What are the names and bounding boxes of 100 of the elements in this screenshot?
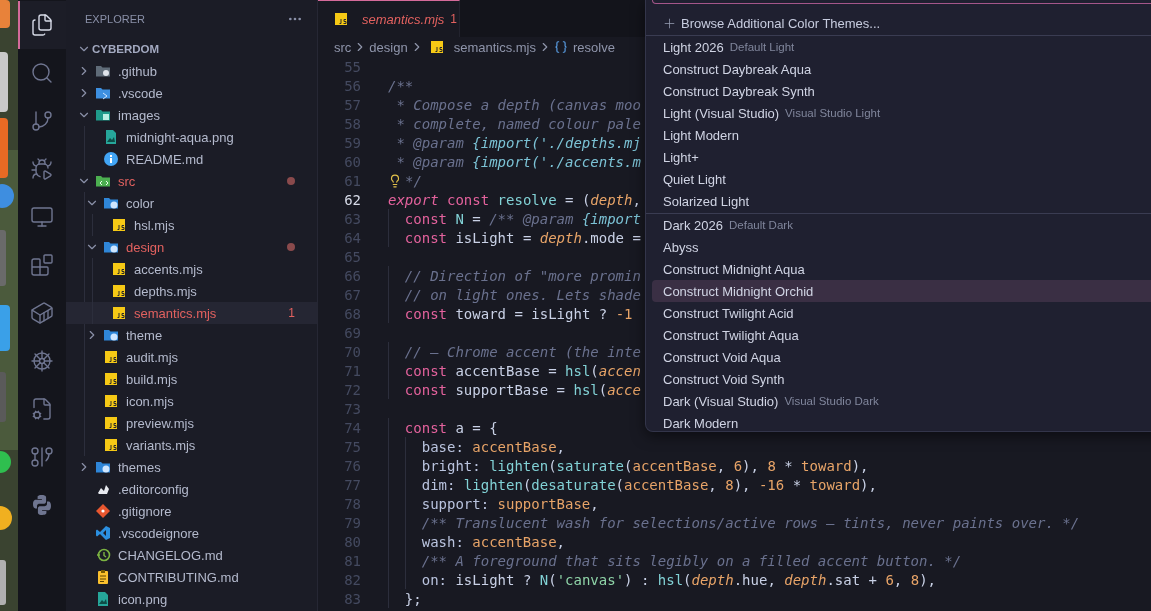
- tree-item[interactable]: .vscode: [66, 82, 317, 104]
- file-name: design: [126, 239, 166, 255]
- theme-option[interactable]: Construct Void Aqua: [652, 346, 1151, 368]
- folder-icon: [95, 107, 111, 123]
- tree-item[interactable]: CHANGELOG.md: [66, 544, 317, 566]
- lightbulb-icon[interactable]: [388, 173, 402, 188]
- theme-option[interactable]: Dark Modern: [652, 412, 1151, 434]
- symbol-icon: [554, 40, 568, 54]
- workspace-header[interactable]: CYBERDOM: [66, 38, 317, 60]
- tree-item[interactable]: accents.mjs: [66, 258, 317, 280]
- js-file-icon: [333, 11, 349, 27]
- line-number: 70: [343, 343, 361, 360]
- theme-name: Construct Midnight Aqua: [663, 261, 805, 277]
- file-name: .editorconfig: [118, 481, 190, 497]
- line-number: 76: [343, 457, 361, 474]
- js-file-icon: [111, 217, 127, 233]
- code-line: /** Translucent wash for selections/active rows — tints, never paints over. */: [420, 514, 1080, 531]
- folder-icon: [95, 459, 111, 475]
- tree-item[interactable]: preview.mjs: [66, 412, 317, 434]
- theme-option[interactable]: Construct Twilight Aqua: [652, 324, 1151, 346]
- tree-item[interactable]: color: [66, 192, 317, 214]
- theme-name: Construct Twilight Acid: [663, 305, 794, 321]
- file-name: preview.mjs: [126, 415, 195, 431]
- theme-option[interactable]: Construct Daybreak Synth: [652, 80, 1151, 102]
- file-name: themes: [118, 459, 162, 475]
- tree-item[interactable]: audit.mjs: [66, 346, 317, 368]
- tree-item[interactable]: variants.mjs: [66, 434, 317, 456]
- tree-item[interactable]: design: [66, 236, 317, 258]
- file-name: theme: [126, 327, 164, 343]
- theme-option[interactable]: Light+: [652, 146, 1151, 168]
- theme-option[interactable]: Abyss: [652, 236, 1151, 258]
- theme-option[interactable]: Dark (Visual Studio) Visual Studio Dark: [652, 390, 1151, 412]
- browse-themes-item[interactable]: Browse Additional Color Themes...: [652, 12, 1151, 34]
- tree-item[interactable]: themes: [66, 456, 317, 478]
- tree-item[interactable]: midnight-aqua.png: [66, 126, 317, 148]
- tree-item[interactable]: build.mjs: [66, 368, 317, 390]
- theme-option[interactable]: Light Modern: [652, 124, 1151, 146]
- tree-item[interactable]: depths.mjs: [66, 280, 317, 302]
- file-name: icon.mjs: [126, 393, 175, 409]
- tree-item[interactable]: images: [66, 104, 317, 126]
- code-line: };: [403, 590, 422, 607]
- file-name: hsl.mjs: [134, 217, 176, 233]
- tree-item[interactable]: semantics.mjs 1: [66, 302, 317, 324]
- line-number: 75: [343, 438, 361, 455]
- image-file-icon: [103, 129, 119, 145]
- js-file-icon: [111, 261, 127, 277]
- tree-item[interactable]: icon.mjs: [66, 390, 317, 412]
- theme-option[interactable]: Light (Visual Studio) Visual Studio Light: [652, 102, 1151, 124]
- problem-count: 1: [288, 306, 295, 320]
- diamond-icon: [95, 503, 111, 519]
- theme-option[interactable]: Construct Void Synth: [652, 368, 1151, 390]
- file-name: .github: [118, 63, 159, 79]
- code-line: * complete, named colour pale: [395, 115, 641, 132]
- bug-play-icon: [30, 157, 54, 181]
- tree-item[interactable]: icon.png: [66, 588, 317, 610]
- tree-item[interactable]: .vscodeignore: [66, 522, 317, 544]
- theme-description: Default Dark: [729, 219, 793, 231]
- theme-option[interactable]: Dark 2026 Default Dark: [652, 214, 1151, 236]
- theme-option[interactable]: Construct Midnight Orchid: [652, 280, 1151, 302]
- image-file-icon: [95, 591, 111, 607]
- tree-item[interactable]: CONTRIBUTING.md: [66, 566, 317, 588]
- line-number: 83: [343, 590, 361, 607]
- tree-item[interactable]: hsl.mjs: [66, 214, 317, 236]
- editor-tab[interactable]: semantics.mjs 1: [318, 0, 460, 37]
- theme-option[interactable]: Construct Daybreak Aqua: [652, 58, 1151, 80]
- line-number: 65: [343, 248, 361, 265]
- js-file-icon: [111, 305, 127, 321]
- line-number: 56: [343, 77, 361, 94]
- code-line: /** A foreground that sits legibly on a filled accent button. */: [420, 552, 962, 569]
- line-number: 59: [343, 134, 361, 151]
- theme-option[interactable]: Light 2026 Default Light: [652, 36, 1151, 58]
- line-number: 81: [343, 552, 361, 569]
- js-file-icon: [111, 283, 127, 299]
- tree-item[interactable]: .github: [66, 60, 317, 82]
- snake-icon[interactable]: [30, 493, 54, 517]
- git-graph-icon: [30, 445, 54, 469]
- breadcrumb[interactable]: src: [334, 39, 352, 55]
- tree-item[interactable]: theme: [66, 324, 317, 346]
- file-gear-icon: [30, 397, 54, 421]
- breadcrumb[interactable]: design: [369, 39, 408, 55]
- theme-name: Solarized Light: [663, 193, 749, 209]
- activity-button[interactable]: [18, 1, 66, 49]
- panel-title: EXPLORER: [85, 13, 145, 25]
- breadcrumb[interactable]: semantics.mjs: [453, 39, 536, 55]
- theme-option[interactable]: Construct Twilight Acid: [652, 302, 1151, 324]
- folder-icon: [103, 239, 119, 255]
- js-file-icon: [428, 39, 445, 55]
- tree-item[interactable]: .gitignore: [66, 500, 317, 522]
- tree-item[interactable]: README.md: [66, 148, 317, 170]
- code-line: const N = /** @param {import: [403, 210, 641, 227]
- tree-item[interactable]: src: [66, 170, 317, 192]
- js-file-icon: [103, 371, 119, 387]
- breadcrumb[interactable]: resolve: [573, 39, 615, 55]
- theme-option[interactable]: Construct Midnight Aqua: [652, 258, 1151, 280]
- file-name: README.md: [126, 151, 205, 167]
- info-icon: [103, 151, 119, 167]
- code-line: // Direction of "more promin: [403, 267, 641, 284]
- tree-item[interactable]: .editorconfig: [66, 478, 317, 500]
- theme-option[interactable]: Solarized Light: [652, 190, 1151, 212]
- theme-option[interactable]: Quiet Light: [652, 168, 1151, 190]
